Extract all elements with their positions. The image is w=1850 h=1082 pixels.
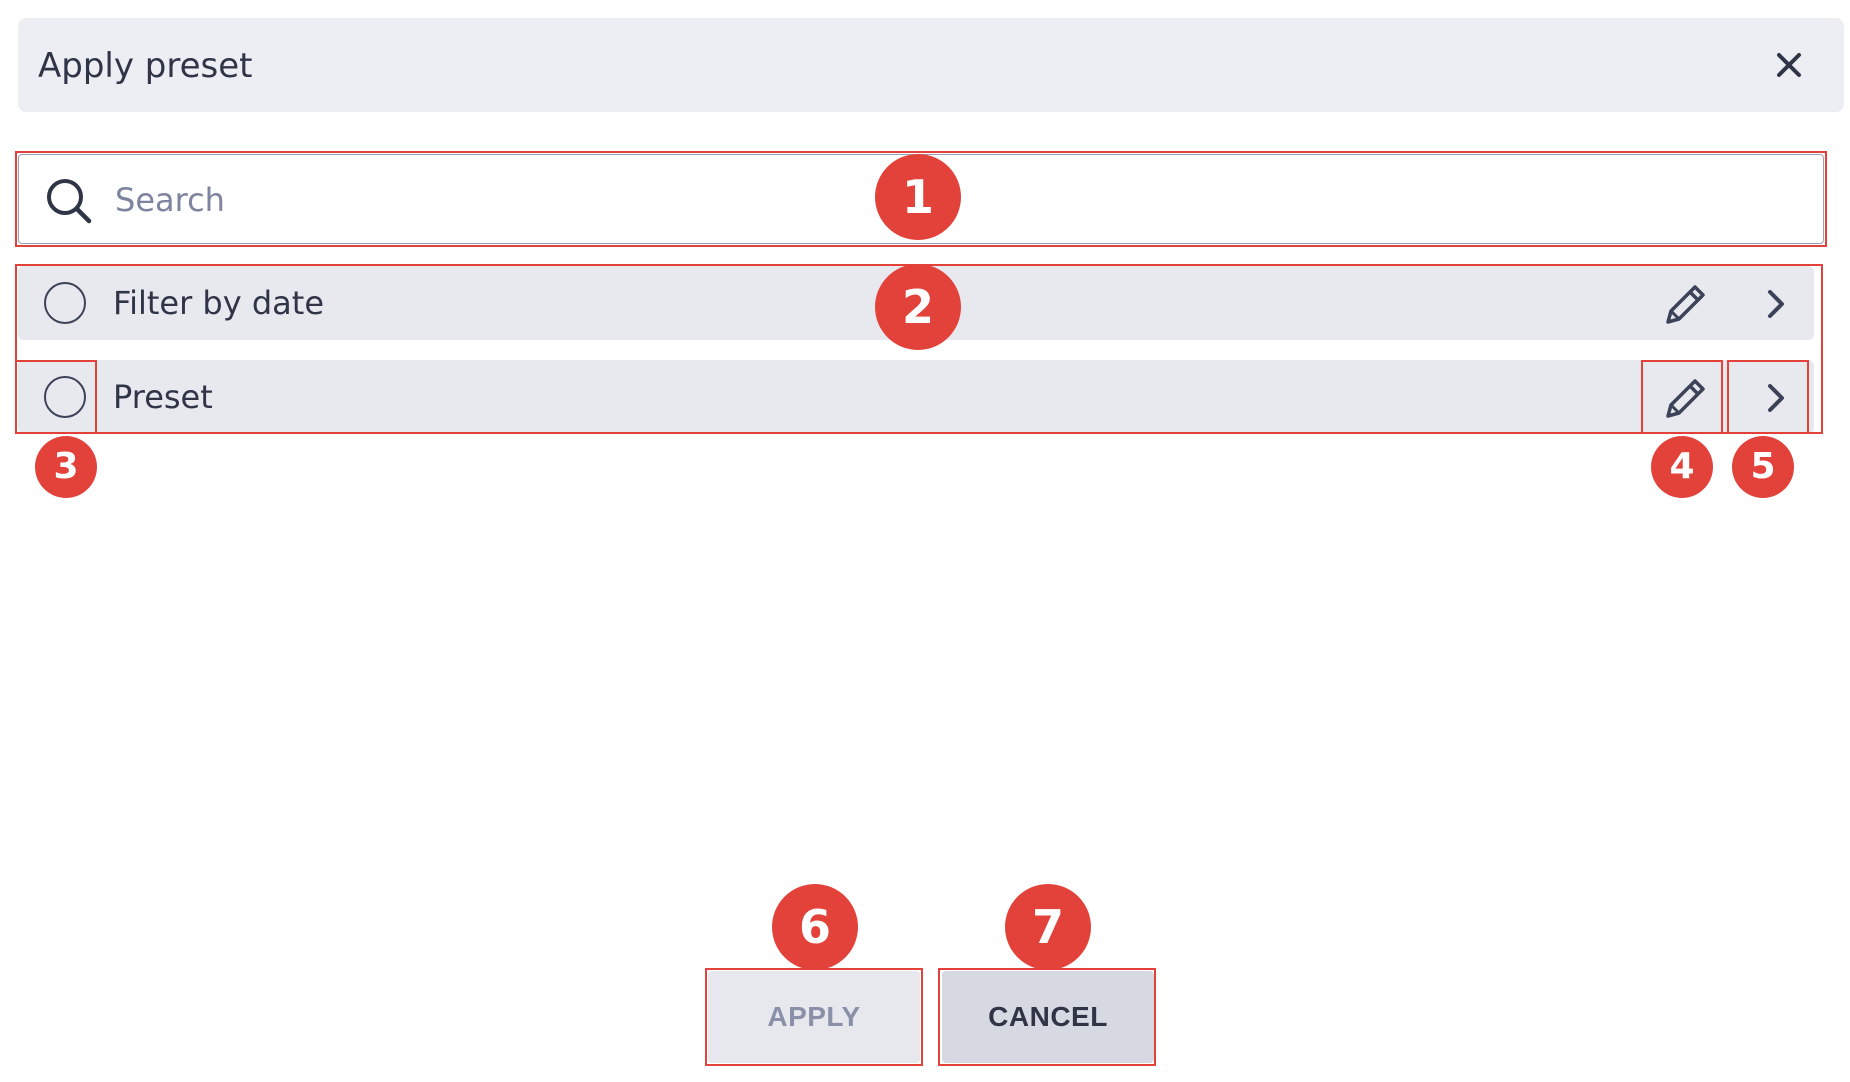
preset-label: Filter by date	[113, 284, 324, 322]
dialog-header: Apply preset	[18, 18, 1844, 112]
annotation-badge: 5	[1732, 436, 1794, 498]
preset-label: Preset	[113, 378, 213, 416]
search-field[interactable]	[18, 154, 1824, 244]
preset-row-filter-by-date[interactable]: Filter by date	[18, 266, 1814, 340]
pencil-icon[interactable]	[1658, 370, 1714, 426]
annotation-badge: 7	[1005, 884, 1091, 970]
preset-radio[interactable]	[44, 282, 86, 324]
annotation-badge: 4	[1651, 436, 1713, 498]
apply-button[interactable]: APPLY	[708, 971, 920, 1063]
chevron-right-icon[interactable]	[1752, 280, 1800, 328]
preset-radio[interactable]	[44, 376, 86, 418]
preset-row-preset[interactable]: Preset	[18, 360, 1814, 434]
chevron-right-icon[interactable]	[1752, 374, 1800, 422]
dialog-title: Apply preset	[38, 46, 253, 86]
close-icon[interactable]	[1772, 48, 1806, 82]
annotation-badge: 3	[35, 436, 97, 498]
pencil-icon[interactable]	[1658, 276, 1714, 332]
search-input[interactable]	[115, 177, 1615, 223]
search-icon	[43, 175, 95, 227]
cancel-button[interactable]: CANCEL	[942, 971, 1154, 1063]
annotation-badge: 6	[772, 884, 858, 970]
